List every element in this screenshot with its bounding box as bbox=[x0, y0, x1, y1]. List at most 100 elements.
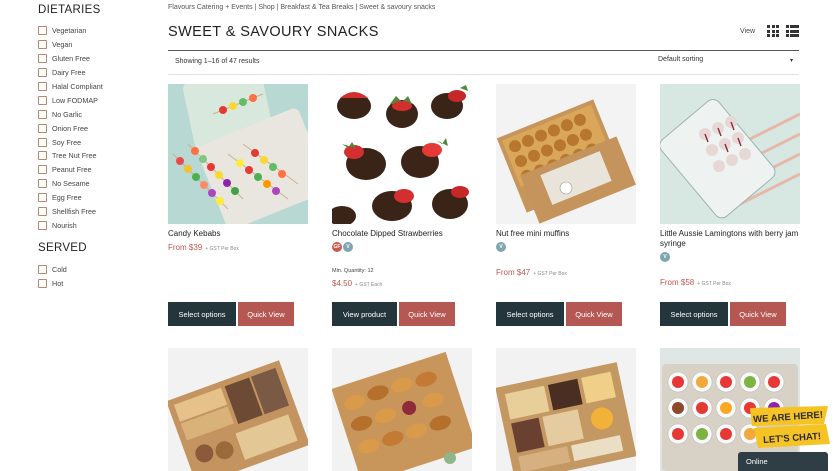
filter-nourish[interactable]: Nourish bbox=[38, 218, 158, 232]
breadcrumb[interactable]: Flavours Catering + Events | Shop | Brea… bbox=[168, 4, 435, 11]
grid-view-icon[interactable] bbox=[767, 25, 779, 37]
gst-note: + GST Each bbox=[355, 282, 383, 288]
view-label: View bbox=[740, 28, 756, 35]
filter-tree-nut-free[interactable]: Tree Nut Free bbox=[38, 149, 158, 163]
checkbox[interactable] bbox=[38, 278, 47, 288]
filter-vegan[interactable]: Vegan bbox=[38, 38, 158, 52]
product-image-mini-muffins[interactable] bbox=[496, 84, 636, 224]
price-value: From $58 bbox=[660, 278, 695, 287]
quick-view-button[interactable]: Quick View bbox=[566, 302, 622, 326]
product-price-candy-kebabs: From $39 + GST Per Box bbox=[168, 243, 239, 252]
filter-peanut-free[interactable]: Peanut Free bbox=[38, 163, 158, 177]
product-price-chocolate-strawberries: $4.50 + GST Each bbox=[332, 279, 382, 288]
list-view-icon[interactable] bbox=[786, 25, 799, 37]
filter-label: Onion Free bbox=[52, 123, 88, 133]
chat-status-bar[interactable]: Online bbox=[738, 452, 828, 471]
filter-label: No Sesame bbox=[52, 179, 90, 189]
filter-no-garlic[interactable]: No Garlic bbox=[38, 107, 158, 121]
select-options-button[interactable]: Select options bbox=[168, 302, 236, 326]
checkbox[interactable] bbox=[38, 165, 47, 175]
checkbox[interactable] bbox=[38, 40, 47, 50]
checkbox[interactable] bbox=[38, 264, 47, 274]
filter-low-fodmap[interactable]: Low FODMAP bbox=[38, 93, 158, 107]
product-name-mini-muffins[interactable]: Nut free mini muffins bbox=[496, 229, 641, 239]
product-image-sandwich-box[interactable] bbox=[168, 348, 308, 471]
price-value: From $47 bbox=[496, 268, 531, 277]
served-heading: SERVED bbox=[38, 242, 87, 255]
product-image-grazing-box[interactable] bbox=[496, 348, 636, 471]
checkbox[interactable] bbox=[38, 54, 47, 64]
checkbox[interactable] bbox=[38, 220, 47, 230]
filter-label: Nourish bbox=[52, 220, 77, 230]
product-image-lamingtons[interactable] bbox=[660, 84, 800, 224]
checkbox[interactable] bbox=[38, 95, 47, 105]
gst-note: + GST Per Box bbox=[205, 246, 239, 252]
select-options-button[interactable]: Select options bbox=[496, 302, 564, 326]
quick-view-button[interactable]: Quick View bbox=[730, 302, 786, 326]
vegetarian-badge: V bbox=[660, 252, 670, 262]
checkbox[interactable] bbox=[38, 179, 47, 189]
filter-hot[interactable]: Hot bbox=[38, 276, 158, 290]
product-name-lamingtons[interactable]: Little Aussie Lamingtons with berry jam … bbox=[660, 229, 805, 249]
filter-no-sesame[interactable]: No Sesame bbox=[38, 177, 158, 191]
filter-soy-free[interactable]: Soy Free bbox=[38, 135, 158, 149]
dietaries-heading: DIETARIES bbox=[38, 4, 101, 16]
chat-banner[interactable]: WE ARE HERE! LET'S CHAT! bbox=[736, 404, 832, 450]
checkbox[interactable] bbox=[38, 82, 47, 91]
dietaries-list: Vegetarian Vegan Gluten Free Dairy Free Hala… bbox=[38, 24, 158, 232]
filter-label: Tree Nut Free bbox=[52, 151, 97, 161]
checkbox[interactable] bbox=[38, 207, 47, 217]
filter-label: Egg Free bbox=[52, 193, 82, 203]
filter-label: Vegan bbox=[52, 40, 73, 50]
product-image-pastry-box[interactable] bbox=[332, 348, 472, 471]
checkbox[interactable] bbox=[38, 123, 47, 133]
product-name-chocolate-strawberries[interactable]: Chocolate Dipped Strawberries bbox=[332, 229, 477, 239]
filter-label: Vegetarian bbox=[52, 26, 87, 36]
view-product-button[interactable]: View product bbox=[332, 302, 397, 326]
toolbar-divider bbox=[168, 74, 799, 75]
price-value: From $39 bbox=[168, 243, 203, 252]
product-name-candy-kebabs[interactable]: Candy Kebabs bbox=[168, 229, 313, 239]
title-divider bbox=[168, 50, 799, 51]
sort-select[interactable]: Default sorting ▾ bbox=[658, 56, 799, 68]
filter-halal-compliant[interactable]: Halal Compliant bbox=[38, 80, 158, 94]
checkbox[interactable] bbox=[38, 68, 47, 78]
filter-gluten-free[interactable]: Gluten Free bbox=[38, 52, 158, 66]
chevron-down-icon: ▾ bbox=[789, 58, 793, 64]
product-price-mini-muffins: From $47 + GST Per Box bbox=[496, 268, 567, 277]
page-title: SWEET & SAVOURY SNACKS bbox=[168, 24, 379, 40]
checkbox[interactable] bbox=[38, 109, 47, 119]
checkbox[interactable] bbox=[38, 151, 47, 161]
filter-egg-free[interactable]: Egg Free bbox=[38, 191, 158, 205]
filter-label: Shellfish Free bbox=[52, 207, 96, 217]
filter-label: No Garlic bbox=[52, 109, 82, 119]
quick-view-button[interactable]: Quick View bbox=[238, 302, 294, 326]
filter-vegetarian[interactable]: Vegetarian bbox=[38, 24, 158, 38]
product-image-chocolate-strawberries[interactable] bbox=[332, 84, 472, 224]
vegetarian-badge: V bbox=[343, 242, 353, 252]
filter-dairy-free[interactable]: Dairy Free bbox=[38, 66, 158, 80]
filter-shellfish-free[interactable]: Shellfish Free bbox=[38, 205, 158, 219]
quick-view-button[interactable]: Quick View bbox=[399, 302, 455, 326]
gst-note: + GST Per Box bbox=[697, 281, 731, 287]
vegetarian-badge: V bbox=[496, 242, 506, 252]
filter-sidebar: DIETARIES Vegetarian Vegan Gluten Free Dair… bbox=[38, 4, 158, 290]
filter-label: Peanut Free bbox=[52, 165, 92, 175]
filter-cold[interactable]: Cold bbox=[38, 262, 158, 276]
filter-label: Gluten Free bbox=[52, 54, 90, 64]
served-list: Cold Hot bbox=[38, 262, 158, 290]
checkbox[interactable] bbox=[38, 26, 47, 36]
filter-onion-free[interactable]: Onion Free bbox=[38, 121, 158, 135]
product-image-candy-kebabs[interactable] bbox=[168, 84, 308, 224]
filter-label: Dairy Free bbox=[52, 68, 86, 78]
price-value: $4.50 bbox=[332, 279, 353, 288]
checkbox[interactable] bbox=[38, 137, 47, 147]
result-count: Showing 1–16 of 47 results bbox=[175, 58, 260, 65]
checkbox[interactable] bbox=[38, 193, 47, 203]
filter-label: Halal Compliant bbox=[52, 82, 103, 91]
gluten-free-badge: GF bbox=[332, 242, 342, 252]
select-options-button[interactable]: Select options bbox=[660, 302, 728, 326]
product-price-lamingtons: From $58 + GST Per Box bbox=[660, 278, 731, 287]
filter-label: Low FODMAP bbox=[52, 95, 98, 105]
filter-label: Cold bbox=[52, 264, 67, 274]
